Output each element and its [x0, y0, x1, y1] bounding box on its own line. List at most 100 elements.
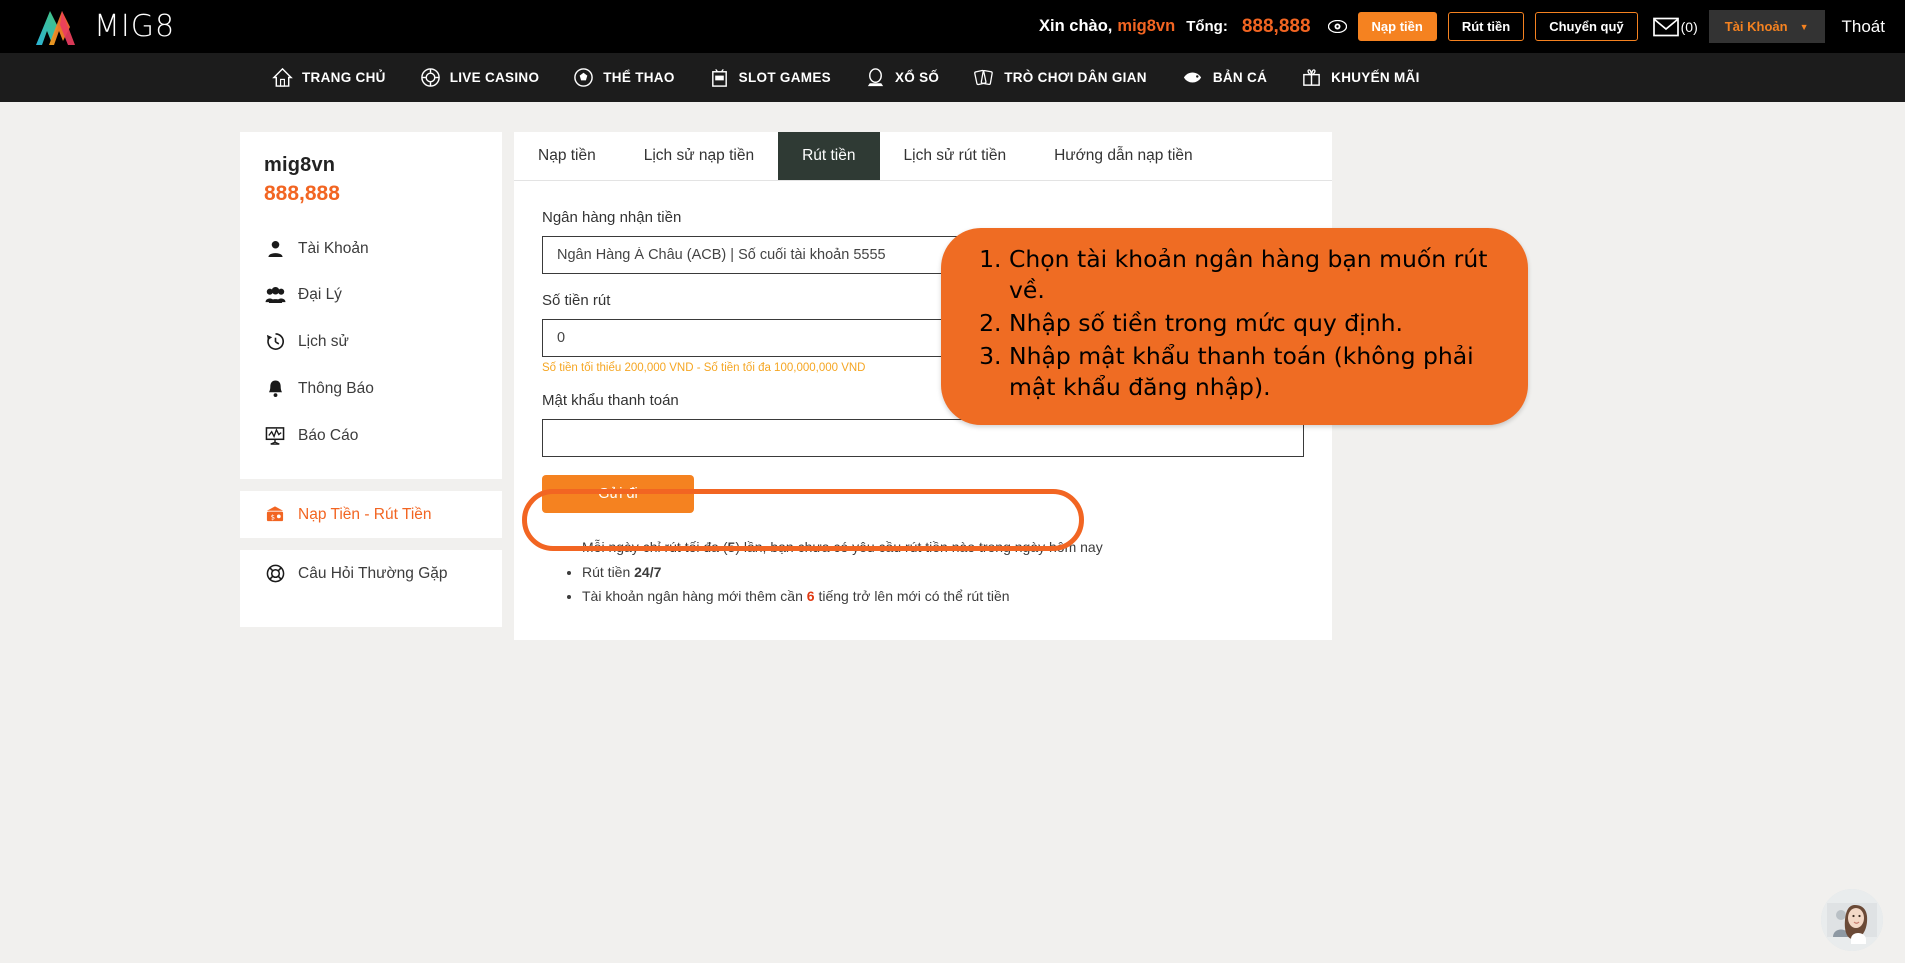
total-label: Tổng:	[1186, 18, 1228, 35]
wallet-icon: $	[264, 505, 286, 524]
greeting: Xin chào, mig8vn	[1039, 17, 1175, 36]
nav-label: BẢN CÁ	[1212, 70, 1268, 85]
transfer-funds-button[interactable]: Chuyển quỹ	[1535, 12, 1638, 41]
messages-link[interactable]: (0)	[1652, 17, 1698, 37]
bell-icon	[264, 379, 286, 398]
site-logo[interactable]: MIG8	[34, 9, 175, 45]
nav-label: XỔ SỐ	[894, 70, 940, 85]
greeting-text: Xin chào,	[1039, 17, 1113, 35]
support-agent-avatar	[1821, 889, 1883, 951]
sidebar-item-label: Đại Lý	[298, 286, 342, 303]
soccer-ball-icon	[573, 67, 594, 88]
sidebar-item-thong-bao[interactable]: Thông Báo	[240, 365, 502, 412]
nav-item-xo-so[interactable]: XỔ SỐ	[865, 67, 939, 88]
mail-icon	[1652, 17, 1679, 36]
sidebar-item-lich-su[interactable]: Lịch sử	[240, 318, 502, 365]
sidebar-item-nap-tien-rut-tien[interactable]: $ Nạp Tiền - Rút Tiền	[240, 491, 502, 538]
live-chat-widget[interactable]	[1821, 889, 1883, 951]
deposit-button[interactable]: Nạp tiền	[1357, 12, 1437, 41]
sidebar-item-label: Lịch sử	[298, 332, 349, 350]
nav-label: THỂ THAO	[603, 70, 675, 85]
nav-label: LIVE CASINO	[449, 70, 540, 85]
chip-icon	[420, 67, 441, 88]
main-navigation: TRANG CHỦ LIVE CASINO THỂ THAO SLOT GAME…	[0, 53, 1905, 102]
nav-item-trang-chu[interactable]: TRANG CHỦ	[272, 67, 386, 88]
slot-machine-icon	[709, 67, 730, 88]
note-pre: Mỗi ngày chỉ rút tối đa (	[582, 539, 728, 555]
tab-lich-su-nap-tien[interactable]: Lịch sử nạp tiền	[620, 132, 778, 180]
note-item: Mỗi ngày chỉ rút tối đa (5) lần, bạn chư…	[582, 535, 1304, 560]
report-icon	[264, 426, 286, 445]
instructions-callout: Chọn tài khoản ngân hàng bạn muốn rút về…	[941, 228, 1528, 426]
nav-item-tro-choi-dan-gian[interactable]: TRÒ CHƠI DÂN GIAN	[973, 67, 1147, 88]
messages-count: (0)	[1680, 18, 1698, 35]
instruction-step: Nhập số tiền trong mức quy định.	[1009, 308, 1506, 339]
account-menu-label: Tài Khoản	[1724, 19, 1788, 34]
sidebar-menu-primary: Tài Khoản Đại Lý Lịch sử Thông Báo Báo C…	[240, 212, 502, 479]
note-item: Tài khoản ngân hàng mới thêm cần 6 tiếng…	[582, 584, 1304, 609]
eye-icon[interactable]	[1327, 20, 1347, 33]
lifebuoy-icon	[264, 564, 286, 583]
nav-label: TRÒ CHƠI DÂN GIAN	[1004, 70, 1147, 85]
tab-huong-dan-nap-tien[interactable]: Hướng dẫn nạp tiền	[1030, 132, 1217, 180]
sidebar-account-card: mig8vn 888,888 Tài Khoản Đại Lý Lịch sử …	[240, 132, 502, 479]
user-icon	[264, 240, 286, 258]
sidebar-username: mig8vn	[264, 154, 336, 176]
sidebar-faq-card: Câu Hỏi Thường Gặp	[240, 550, 502, 627]
nav-item-the-thao[interactable]: THỂ THAO	[573, 67, 674, 88]
sidebar-wallet-card: $ Nạp Tiền - Rút Tiền	[240, 491, 502, 538]
instruction-step: Nhập mật khẩu thanh toán (không phải mật…	[1009, 341, 1506, 403]
total-value: 888,888	[1241, 15, 1311, 37]
sidebar-item-label: Báo Cáo	[298, 426, 359, 444]
nav-item-khuyen-mai[interactable]: KHUYẾN MÃI	[1301, 67, 1420, 88]
history-icon	[264, 332, 286, 351]
tab-nap-tien[interactable]: Nạp tiền	[514, 132, 620, 180]
home-icon	[272, 67, 293, 88]
tab-rut-tien[interactable]: Rút tiền	[778, 132, 880, 180]
note-post: tiếng trở lên mới có thể rút tiền	[814, 588, 1010, 604]
sidebar-item-label: Câu Hỏi Thường Gặp	[298, 564, 448, 582]
note-item: Rút tiền 24/7	[582, 560, 1304, 585]
nav-item-ban-ca[interactable]: BẢN CÁ	[1181, 67, 1267, 88]
svg-text:$: $	[271, 513, 275, 521]
submit-button[interactable]: Gửi đi	[542, 475, 694, 513]
sidebar-balance: 888,888	[264, 182, 340, 205]
bank-field-label: Ngân hàng nhận tiền	[542, 209, 682, 226]
mig8-logo-icon	[36, 10, 75, 45]
instruction-step: Chọn tài khoản ngân hàng bạn muốn rút về…	[1009, 244, 1506, 306]
gift-icon	[1301, 67, 1322, 88]
tab-lich-su-rut-tien[interactable]: Lịch sử rút tiền	[880, 132, 1031, 180]
withdraw-notes: Mỗi ngày chỉ rút tối đa (5) lần, bạn chư…	[556, 535, 1304, 609]
tab-bar: Nạp tiền Lịch sử nạp tiền Rút tiền Lịch …	[514, 132, 1332, 181]
sidebar-item-cau-hoi-thuong-gap[interactable]: Câu Hỏi Thường Gặp	[240, 550, 502, 597]
withdraw-button[interactable]: Rút tiền	[1447, 12, 1525, 41]
sidebar-header: mig8vn 888,888	[240, 132, 502, 212]
chevron-down-icon: ▼	[1799, 21, 1809, 32]
sidebar-item-tai-khoan[interactable]: Tài Khoản	[240, 226, 502, 272]
nav-item-live-casino[interactable]: LIVE CASINO	[420, 67, 540, 88]
note-pre: Tài khoản ngân hàng mới thêm cần	[582, 588, 807, 604]
sidebar: mig8vn 888,888 Tài Khoản Đại Lý Lịch sử …	[240, 132, 502, 640]
nav-label: KHUYẾN MÃI	[1331, 70, 1420, 85]
sidebar-item-bao-cao[interactable]: Báo Cáo	[240, 412, 502, 459]
nav-item-slot-games[interactable]: SLOT GAMES	[709, 67, 831, 88]
top-bar: MIG8 Xin chào, mig8vn Tổng: 888,888 Nạp t…	[0, 0, 1905, 53]
sidebar-item-dai-ly[interactable]: Đại Lý	[240, 272, 502, 318]
note-bold: 24/7	[634, 563, 662, 580]
account-menu-button[interactable]: Tài Khoản ▼	[1708, 10, 1825, 43]
lottery-icon	[865, 67, 886, 88]
fish-icon	[1181, 67, 1204, 88]
logout-button[interactable]: Thoát	[1842, 17, 1885, 37]
sidebar-item-label: Tài Khoản	[298, 240, 369, 257]
sidebar-item-label: Thông Báo	[298, 379, 374, 397]
users-icon	[264, 286, 286, 304]
note-pre: Rút tiền	[582, 563, 635, 580]
instructions-list: Chọn tài khoản ngân hàng bạn muốn rút về…	[967, 244, 1506, 403]
greeting-username: mig8vn	[1117, 17, 1176, 35]
logo-text: MIG8	[94, 9, 176, 44]
note-bold: 6	[806, 588, 815, 604]
sidebar-item-label: Nạp Tiền - Rút Tiền	[298, 505, 432, 523]
note-post: ) lần, bạn chưa có yêu cầu rút tiền nào …	[735, 539, 1103, 555]
nav-label: TRANG CHỦ	[302, 70, 386, 85]
nav-label: SLOT GAMES	[738, 70, 831, 85]
